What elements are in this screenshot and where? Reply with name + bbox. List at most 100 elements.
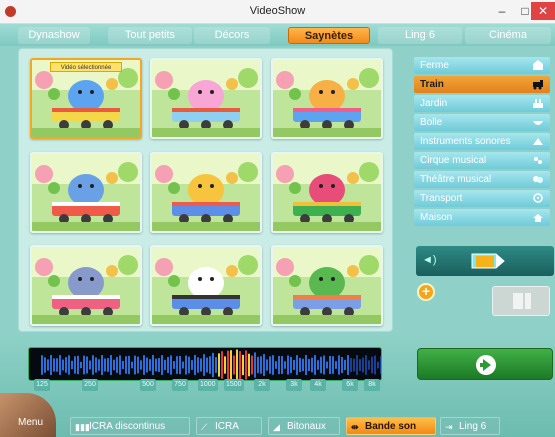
spectrum-bar <box>134 355 136 375</box>
video-thumbnail-pink-elephant[interactable] <box>150 58 262 139</box>
spectrum-bar <box>92 355 94 375</box>
video-thumbnail-red-parrot[interactable] <box>271 152 383 233</box>
tab-cinema[interactable]: Cinéma <box>465 27 551 44</box>
spectrum-bar <box>269 356 271 374</box>
speaker-icon[interactable]: ◄) <box>422 254 437 266</box>
spectrum-bar <box>281 356 283 374</box>
spectrum-bar <box>296 355 298 375</box>
preview-control[interactable]: ◄) <box>416 246 554 276</box>
spectrum-bar <box>311 357 313 373</box>
category-label: Bolle <box>420 117 443 128</box>
transport-icon <box>532 193 544 204</box>
spectrum-bar <box>233 355 235 375</box>
video-thumbnail-train-engine-dog[interactable]: Vidéo sélectionnée <box>30 58 142 139</box>
spectrum-bar <box>176 356 178 374</box>
category-list: Ferme Train Jardin Bolle Instruments sonores… <box>414 57 554 228</box>
video-thumbnail-lion[interactable] <box>271 58 383 139</box>
arrow-right-icon <box>476 355 496 375</box>
spectrum-bar <box>239 351 241 379</box>
bottom-tab-icra-discontinus[interactable]: ▮▮▮ ICRA discontinus <box>70 417 190 435</box>
close-button[interactable]: ✕ <box>531 2 555 20</box>
tab-saynetes[interactable]: Saynètes <box>288 27 370 44</box>
bottom-tab-label: Bitonaux <box>287 421 326 432</box>
category-instruments-sonores[interactable]: Instruments sonores <box>414 133 550 150</box>
category-ferme[interactable]: Ferme <box>414 57 550 74</box>
category-train[interactable]: Train <box>414 76 550 93</box>
spectrum-bar <box>146 357 148 373</box>
spectrum-bar <box>44 357 46 373</box>
frequency-label: 6k <box>342 379 358 391</box>
thumbnail-image <box>152 247 260 324</box>
spectrum-bar <box>215 357 217 373</box>
spectrum-bar <box>41 355 43 375</box>
spectrum-bar <box>275 361 277 369</box>
instruments-icon <box>532 136 544 147</box>
category-jardin[interactable]: Jardin <box>414 95 550 112</box>
spectrum-bar <box>161 355 163 375</box>
category-label: Jardin <box>420 98 448 109</box>
remove-clip-button[interactable] <box>492 286 550 316</box>
frequency-label: 250 <box>82 379 98 391</box>
spectrum-bar <box>365 355 367 375</box>
frequency-spectrum[interactable] <box>28 347 382 381</box>
spectrum-bar <box>368 360 370 370</box>
frequency-label: 1000 <box>198 379 218 391</box>
bottom-tab-bitonaux[interactable]: ◢ Bitonaux <box>268 417 340 435</box>
garden-icon <box>532 98 544 109</box>
tab-ling-6[interactable]: Ling 6 <box>378 27 462 44</box>
category-cirque-musical[interactable]: Cirque musical <box>414 152 550 169</box>
ling-icon: ⇥ <box>445 422 453 432</box>
category-maison[interactable]: Maison <box>414 209 550 226</box>
video-preview-icon[interactable] <box>466 250 510 272</box>
spectrum-bar <box>65 357 67 373</box>
frequency-label: 3k <box>286 379 302 391</box>
video-thumbnail-yellow-bird[interactable] <box>150 152 262 233</box>
spectrum-bar <box>251 355 253 375</box>
next-button[interactable] <box>417 348 553 380</box>
minimize-button[interactable]: – <box>490 2 514 20</box>
bottom-tab-icra[interactable]: ⟋ ICRA <box>196 417 262 435</box>
spectrum-bar <box>77 355 79 375</box>
video-thumbnail-green-frog[interactable] <box>271 245 383 326</box>
bottom-tab-bande-son[interactable]: ⇹ Bande son <box>346 417 436 435</box>
spectrum-bar <box>197 357 199 373</box>
spectrum-bar <box>179 355 181 375</box>
spectrum-bar <box>116 357 118 373</box>
spectrum-bar <box>362 357 364 373</box>
spectrum-bar <box>347 355 349 375</box>
spectrum-bar <box>218 353 220 377</box>
spectrum-bar <box>71 360 73 370</box>
spectrum-bar <box>110 355 112 375</box>
add-button[interactable]: + <box>417 283 435 301</box>
frequency-labels: 125 250 500 750 1000 1500 2k 3k 4k 6k 8k <box>28 379 382 393</box>
bottom-tab-ling-6[interactable]: ⇥ Ling 6 <box>440 417 500 435</box>
spectrum-bar <box>200 358 202 372</box>
spectrum-bar <box>191 360 193 370</box>
tab-dynashow[interactable]: Dynashow <box>18 27 90 44</box>
spectrum-bar <box>83 355 85 375</box>
spectrum-bar <box>167 357 169 373</box>
category-th-tre-musical[interactable]: Théâtre musical <box>414 171 550 188</box>
spectrum-bar <box>254 352 256 378</box>
video-thumbnail-blue-mouse[interactable] <box>30 152 142 233</box>
spectrum-bar <box>350 357 352 373</box>
spectrum-bar <box>278 355 280 375</box>
tab-tout-petits[interactable]: Tout petits <box>108 27 192 44</box>
category-transport[interactable]: Transport <box>414 190 550 207</box>
bottom-tab-label: Bande son <box>365 421 417 432</box>
frequency-label: 1500 <box>224 379 244 391</box>
category-bolle[interactable]: Bolle <box>414 114 550 131</box>
video-thumbnail-cow[interactable] <box>150 245 262 326</box>
spectrum-bar <box>305 355 307 375</box>
spectrum-bar <box>152 355 154 375</box>
video-thumbnail-grey-rabbit[interactable] <box>30 245 142 326</box>
menu-label: Menu <box>18 417 44 428</box>
tab-decors[interactable]: Décors <box>194 27 270 44</box>
bottom-tab-label: ICRA <box>215 421 239 432</box>
spectrum-bar <box>50 355 52 375</box>
frequency-label: 500 <box>140 379 156 391</box>
spectrum-bar <box>344 359 346 371</box>
spectrum-bar <box>335 361 337 369</box>
spectrum-bar <box>194 354 196 376</box>
spectrum-bar <box>89 360 91 370</box>
